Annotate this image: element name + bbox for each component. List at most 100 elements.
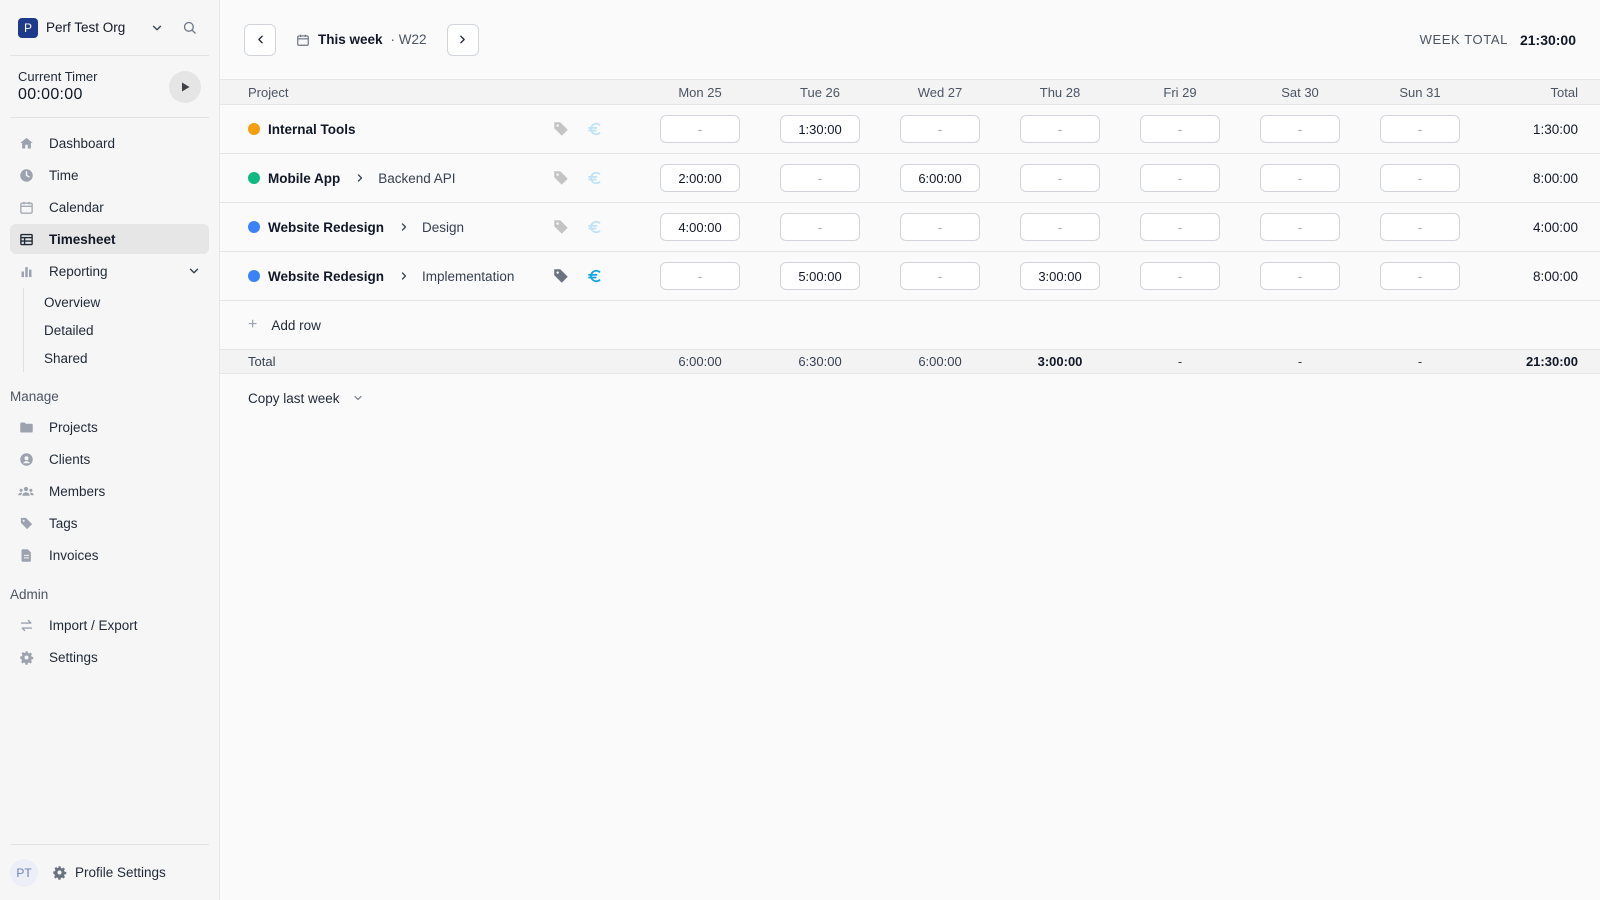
user-circle-icon bbox=[18, 451, 34, 467]
time-entry-input[interactable]: - bbox=[1380, 213, 1460, 241]
section-manage: Manage bbox=[10, 388, 59, 404]
chevron-right-icon bbox=[460, 35, 465, 44]
nav-dashboard[interactable]: Dashboard bbox=[10, 128, 209, 158]
table-icon bbox=[18, 231, 34, 247]
nav-calendar[interactable]: Calendar bbox=[10, 192, 209, 222]
day-total: 3:00:00 bbox=[1037, 354, 1083, 369]
billable-euro-icon[interactable] bbox=[584, 216, 606, 238]
start-timer-button[interactable] bbox=[169, 70, 201, 103]
time-entry-input[interactable]: - bbox=[1260, 213, 1340, 241]
gear-icon bbox=[18, 649, 34, 665]
project-name: Website Redesign bbox=[268, 268, 385, 284]
project-cell[interactable]: Mobile App Backend API bbox=[220, 171, 550, 186]
nav-time[interactable]: Time bbox=[10, 160, 209, 190]
nav-settings[interactable]: Settings bbox=[10, 642, 209, 672]
org-switcher[interactable]: P Perf Test Org bbox=[10, 0, 209, 56]
chevron-down-icon[interactable] bbox=[145, 21, 169, 35]
avatar[interactable]: PT bbox=[10, 858, 38, 887]
subnav-overview[interactable]: Overview bbox=[34, 288, 209, 316]
nav-invoices[interactable]: Invoices bbox=[10, 540, 209, 570]
subnav-shared[interactable]: Shared bbox=[34, 344, 209, 372]
time-entry-input[interactable]: - bbox=[900, 262, 980, 290]
previous-week-button[interactable] bbox=[244, 23, 276, 56]
time-entry-input[interactable]: - bbox=[1380, 115, 1460, 143]
table-row: Website Redesign Implementation - 5:00:00 - 3… bbox=[220, 252, 1600, 301]
time-entry-input[interactable]: - bbox=[660, 262, 740, 290]
time-entry-input[interactable]: - bbox=[1140, 164, 1220, 192]
app-root: P Perf Test Org Current Timer 00:00:00 D… bbox=[0, 0, 1600, 900]
row-total: 4:00:00 bbox=[1532, 219, 1578, 235]
time-entry-input[interactable]: - bbox=[660, 115, 740, 143]
time-entry-input[interactable]: - bbox=[1260, 262, 1340, 290]
project-name: Mobile App bbox=[268, 170, 341, 186]
time-entry-input[interactable]: - bbox=[780, 213, 860, 241]
nav-members[interactable]: Members bbox=[10, 476, 209, 506]
users-icon bbox=[18, 483, 34, 499]
project-cell[interactable]: Website Redesign Implementation bbox=[220, 269, 550, 284]
nav-label: Timesheet bbox=[49, 231, 116, 247]
time-entry-input[interactable]: - bbox=[1260, 164, 1340, 192]
chevron-down-icon[interactable] bbox=[187, 264, 201, 278]
billable-euro-icon[interactable] bbox=[584, 118, 606, 140]
day-total: - bbox=[1417, 354, 1423, 369]
nav-label: Import / Export bbox=[49, 617, 138, 633]
time-entry-input[interactable]: - bbox=[900, 115, 980, 143]
time-entry-input[interactable]: 4:00:00 bbox=[660, 213, 740, 241]
search-icon[interactable] bbox=[177, 20, 201, 35]
tag-icon[interactable] bbox=[550, 167, 572, 189]
nav-label: Tags bbox=[49, 515, 78, 531]
time-entry-input[interactable]: - bbox=[1020, 164, 1100, 192]
column-header-day: Mon 25 bbox=[678, 84, 722, 100]
week-picker[interactable]: This week · W22 bbox=[296, 32, 427, 47]
tag-icon[interactable] bbox=[550, 216, 572, 238]
reporting-subnav: Overview Detailed Shared bbox=[23, 288, 209, 372]
section-admin: Admin bbox=[10, 586, 49, 602]
calendar-icon bbox=[296, 33, 310, 47]
profile-settings-link[interactable]: Profile Settings bbox=[75, 865, 166, 880]
chevron-right-icon bbox=[398, 221, 410, 233]
nav-import-export[interactable]: Import / Export bbox=[10, 610, 209, 640]
time-entry-input[interactable]: - bbox=[1260, 115, 1340, 143]
nav-tags[interactable]: Tags bbox=[10, 508, 209, 538]
add-row-button[interactable]: + Add row bbox=[220, 301, 1600, 349]
nav-clients[interactable]: Clients bbox=[10, 444, 209, 474]
time-entry-input[interactable]: - bbox=[1140, 262, 1220, 290]
billable-euro-icon[interactable] bbox=[584, 265, 606, 287]
chevron-down-icon bbox=[352, 392, 364, 404]
profile-area: PT Profile Settings bbox=[10, 844, 209, 888]
table-row: Mobile App Backend API 2:00:00 - 6:00:00 - - - -… bbox=[220, 154, 1600, 203]
tag-icon[interactable] bbox=[550, 265, 572, 287]
org-name: Perf Test Org bbox=[46, 20, 126, 35]
nav-projects[interactable]: Projects bbox=[10, 412, 209, 442]
day-total: - bbox=[1297, 354, 1303, 369]
task-name: Design bbox=[422, 219, 465, 235]
nav-reporting[interactable]: Reporting bbox=[10, 256, 209, 286]
time-entry-input[interactable]: - bbox=[1020, 213, 1100, 241]
time-entry-input[interactable]: 5:00:00 bbox=[780, 262, 860, 290]
time-entry-input[interactable]: 2:00:00 bbox=[660, 164, 740, 192]
column-header-day: Tue 26 bbox=[800, 84, 840, 100]
week-total-label: WEEK TOTAL bbox=[1419, 32, 1508, 47]
time-entry-input[interactable]: - bbox=[1140, 115, 1220, 143]
time-entry-input[interactable]: - bbox=[1380, 164, 1460, 192]
nav-timesheet[interactable]: Timesheet bbox=[10, 224, 209, 254]
time-entry-input[interactable]: - bbox=[1020, 115, 1100, 143]
time-entry-input[interactable]: 6:00:00 bbox=[900, 164, 980, 192]
time-entry-input[interactable]: - bbox=[780, 164, 860, 192]
billable-euro-icon[interactable] bbox=[584, 167, 606, 189]
project-cell[interactable]: Internal Tools bbox=[220, 122, 550, 137]
copy-last-week-button[interactable]: Copy last week bbox=[220, 374, 1600, 422]
time-entry-input[interactable]: 1:30:00 bbox=[780, 115, 860, 143]
time-entry-input[interactable]: 3:00:00 bbox=[1020, 262, 1100, 290]
project-cell[interactable]: Website Redesign Design bbox=[220, 220, 550, 235]
next-week-button[interactable] bbox=[446, 23, 479, 56]
tag-icon[interactable] bbox=[550, 118, 572, 140]
time-entry-input[interactable]: - bbox=[1380, 262, 1460, 290]
nav-label: Calendar bbox=[49, 199, 104, 215]
time-entry-input[interactable]: - bbox=[1140, 213, 1220, 241]
subnav-detailed[interactable]: Detailed bbox=[34, 316, 209, 344]
time-entry-input[interactable]: - bbox=[900, 213, 980, 241]
tag-icon bbox=[18, 515, 34, 531]
org-badge: P bbox=[18, 17, 38, 38]
home-icon bbox=[18, 135, 34, 151]
